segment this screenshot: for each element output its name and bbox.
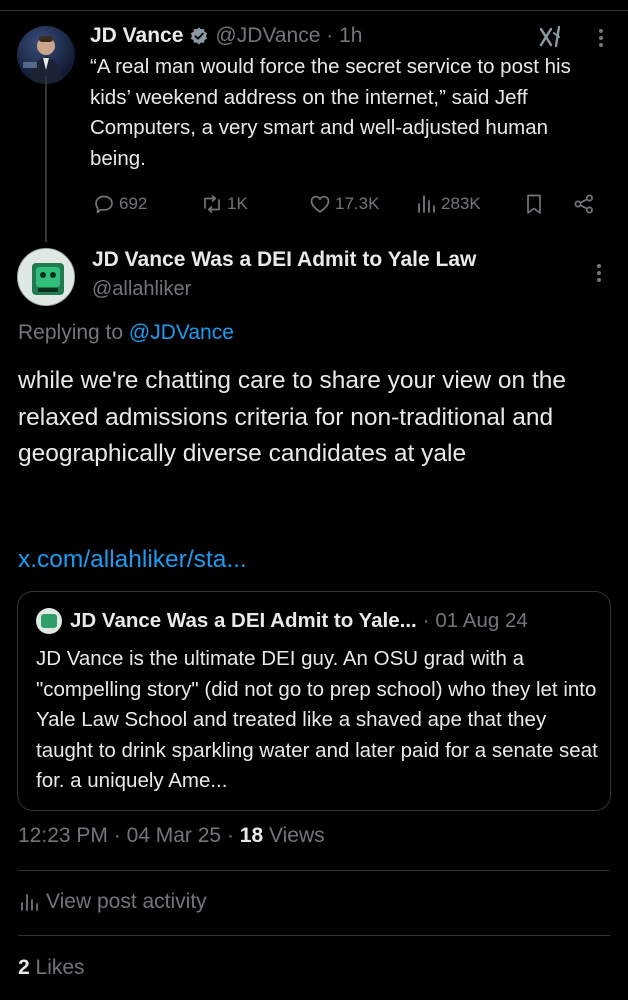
separator-dot: ·: [113, 824, 127, 847]
replying-prefix: Replying to: [18, 321, 124, 344]
quoted-header: JD Vance Was a DEI Admit to Yale... · 01…: [36, 608, 528, 634]
post-time[interactable]: 12:23 PM: [18, 824, 108, 847]
bookmark-icon: [527, 194, 541, 214]
top-divider: [0, 10, 628, 11]
author-handle[interactable]: @allahliker: [92, 278, 476, 301]
parent-tweet-text: “A real man would force the secret servi…: [90, 55, 571, 170]
parent-header: JD Vance @JDVance · 1h: [90, 22, 362, 50]
separator-dot: ·: [226, 824, 240, 847]
replying-to: Replying to @JDVance: [18, 321, 234, 345]
reply-button[interactable]: 692: [92, 190, 147, 218]
more-options-icon[interactable]: [590, 27, 612, 49]
views-button[interactable]: 283K: [414, 190, 481, 218]
post-meta: 12:23 PM · 04 Mar 25 · 18 Views: [18, 824, 325, 848]
quoted-date: 01 Aug 24: [435, 609, 528, 632]
main-header: JD Vance Was a DEI Admit to Yale Law @al…: [92, 248, 476, 301]
analytics-icon: [21, 894, 38, 911]
reply-icon: [95, 195, 113, 214]
views-icon: [418, 195, 435, 213]
tweet-link[interactable]: x.com/allahliker/sta...: [18, 546, 247, 574]
avatar: [36, 608, 62, 634]
main-tweet-text: while we're chatting care to share your …: [18, 367, 567, 467]
views-count: 18: [239, 824, 264, 847]
repost-button[interactable]: 1K: [200, 190, 248, 218]
separator-dot: ·: [422, 609, 430, 632]
post-date[interactable]: 04 Mar 25: [127, 824, 222, 847]
divider: [18, 935, 610, 936]
author-name[interactable]: JD Vance: [90, 24, 183, 48]
post-time[interactable]: 1h: [339, 24, 362, 48]
action-bar: 692 1K 17.3K 283K: [92, 190, 612, 218]
like-button[interactable]: 17.3K: [308, 190, 379, 218]
bookmark-button[interactable]: [522, 190, 549, 218]
grok-icon[interactable]: [538, 24, 564, 50]
parent-tweet[interactable]: JD Vance @JDVance · 1h “A real man would…: [0, 12, 628, 240]
likes-label: Likes: [35, 956, 85, 979]
avatar-illustration: [18, 249, 74, 305]
activity-label: View post activity: [46, 890, 207, 913]
views-count: 283K: [441, 194, 481, 213]
repost-count: 1K: [227, 194, 248, 213]
quoted-tweet-text: JD Vance is the ultimate DEI guy. An OSU…: [36, 647, 598, 792]
repost-icon: [204, 195, 220, 213]
heart-icon: [310, 195, 330, 213]
share-button[interactable]: [572, 190, 599, 218]
reply-count: 692: [119, 194, 148, 213]
divider: [18, 870, 610, 871]
quoted-author-name: JD Vance Was a DEI Admit to Yale...: [70, 609, 417, 632]
like-count: 17.3K: [335, 194, 380, 213]
verified-badge-icon: [191, 27, 208, 45]
more-options-icon[interactable]: [588, 262, 610, 284]
author-name[interactable]: JD Vance Was a DEI Admit to Yale Law: [92, 248, 476, 272]
separator-dot: ·: [320, 24, 340, 47]
thread-line: [45, 76, 47, 242]
likes-link[interactable]: 2 Likes: [18, 956, 85, 980]
replying-to-link[interactable]: @JDVance: [129, 321, 234, 344]
views-label: Views: [269, 824, 325, 847]
author-handle[interactable]: @JDVance: [215, 24, 320, 48]
view-activity-button[interactable]: View post activity: [18, 890, 207, 914]
share-icon: [574, 194, 593, 214]
quoted-tweet[interactable]: JD Vance Was a DEI Admit to Yale... · 01…: [17, 591, 611, 811]
avatar[interactable]: [17, 248, 75, 306]
likes-count: 2: [18, 956, 30, 979]
